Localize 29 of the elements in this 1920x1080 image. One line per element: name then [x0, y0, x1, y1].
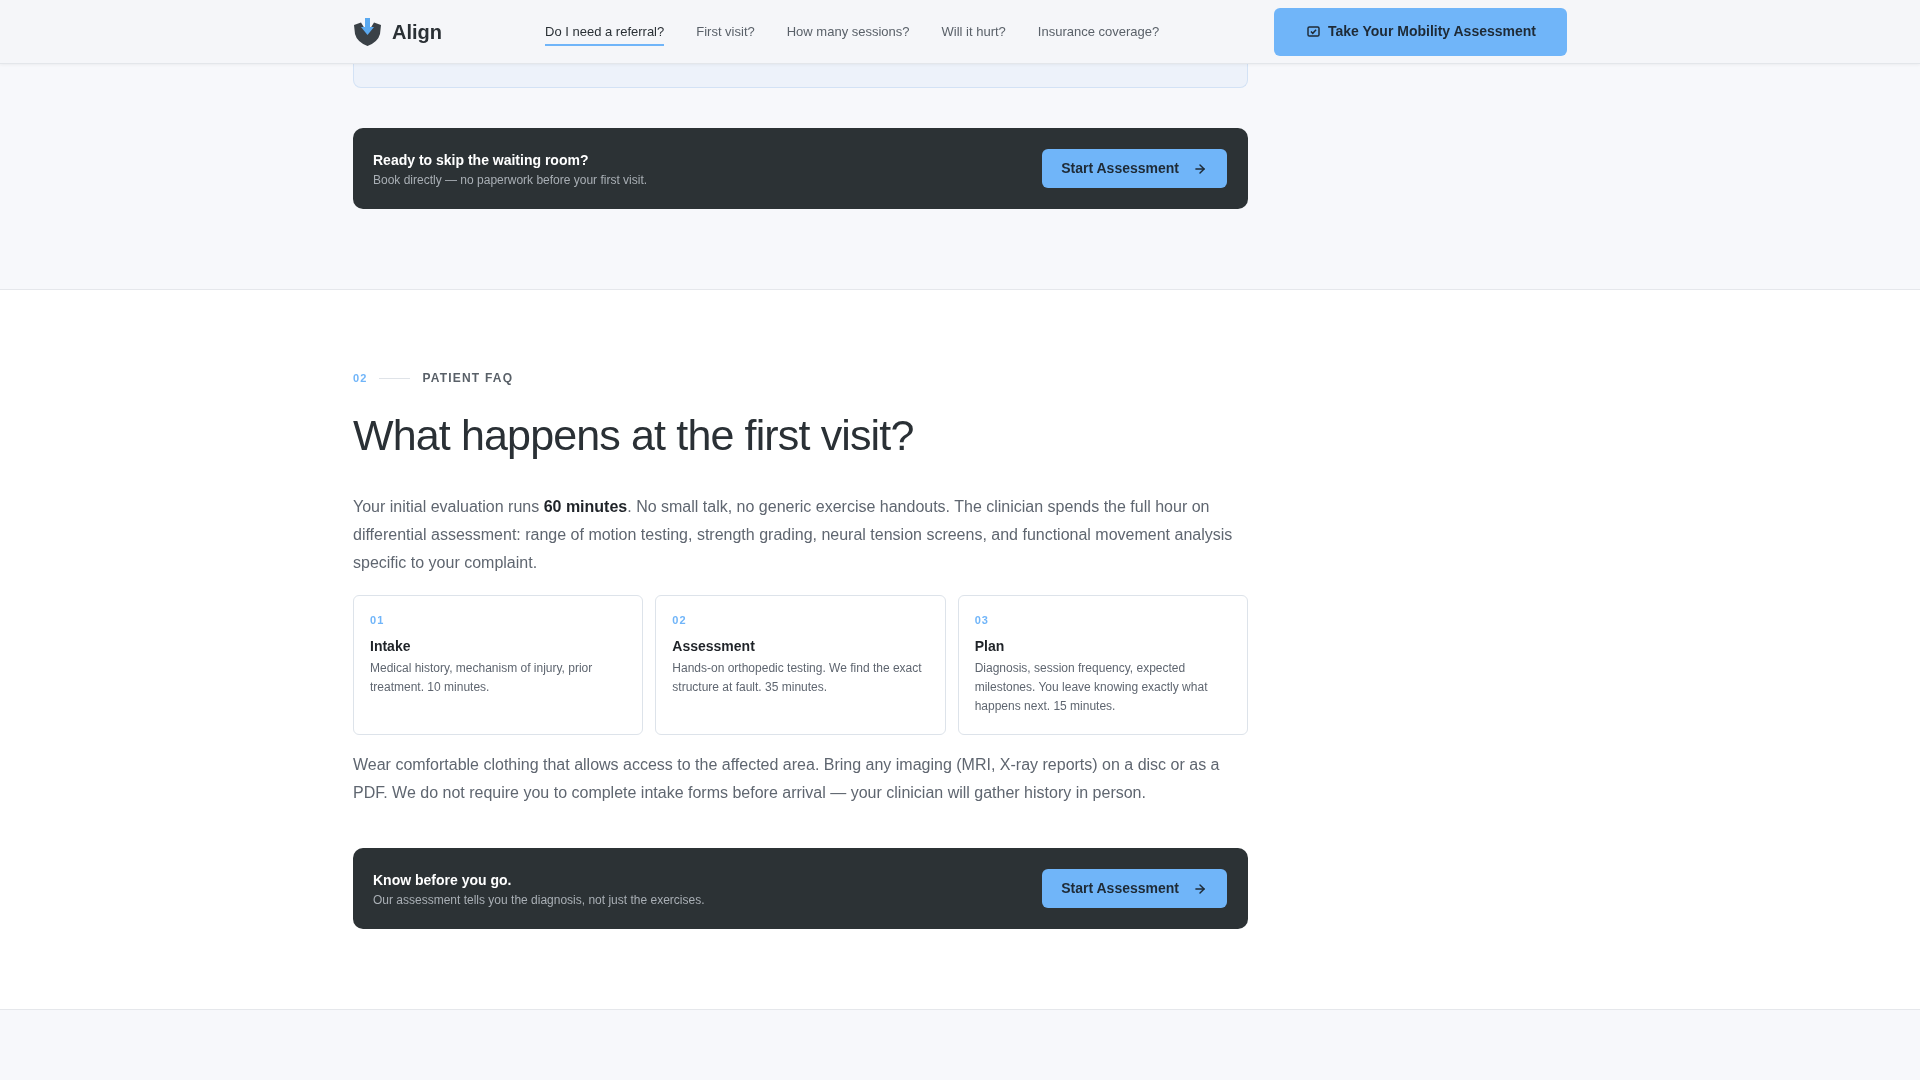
nav-link[interactable]: Will it hurt?: [941, 21, 1006, 46]
banner-subtitle: Our assessment tells you the diagnosis, not just the exercises.: [373, 891, 705, 908]
nav-link[interactable]: Insurance coverage?: [1037, 21, 1160, 46]
banner-title: Ready to skip the waiting room?: [373, 150, 590, 170]
step-description: Diagnosis, session frequency, expected milestones. You leave knowing exactly what happens next. 15 minutes.: [974, 660, 1209, 715]
nav-link[interactable]: Do I need a referral?: [545, 21, 665, 46]
banner-subtitle: Book directly — no paperwork before your first visit.: [373, 171, 648, 188]
checked-rectangle-icon: [1307, 26, 1320, 37]
step-title: Plan: [974, 637, 1006, 656]
nav-link[interactable]: How many sessions?: [786, 21, 910, 46]
section-number: 02: [353, 370, 368, 386]
cta-button[interactable]: Start Assessment: [1042, 869, 1227, 908]
logo-icon: [353, 17, 382, 46]
step-description: Medical history, mechanism of injury, prior treatment. 10 minutes.: [370, 660, 594, 696]
step-number: 03: [974, 613, 991, 628]
note-paragraph: Wear comfortable clothing that allows access to the affected area. Bring any imaging (MRI, X-ray reports) on a disc or as a PDF. We do not require you to complete intake forms before arrival — your clinician will gather history in person.: [353, 755, 1221, 803]
banner-title: Know before you go.: [373, 870, 513, 890]
mobility-assessment-button[interactable]: Take Your Mobility Assessment: [1274, 7, 1567, 56]
step-number: 02: [672, 613, 688, 628]
nav-link[interactable]: First visit?: [696, 21, 755, 46]
step-title: Assessment: [672, 637, 756, 656]
step-title: Intake: [370, 637, 412, 656]
section-eyebrow: PATIENT FAQ: [422, 370, 514, 387]
step-number: 01: [370, 613, 386, 628]
section-heading: What happens at the first visit?: [353, 410, 915, 461]
cta-button[interactable]: Start Assessment: [1042, 149, 1227, 188]
step-description: Hands-on orthopedic testing. We find the exact structure at fault. 35 minutes.: [672, 660, 923, 696]
brand-name: Align: [392, 19, 442, 45]
intro-paragraph: Your initial evaluation runs 60 minutes. No small talk, no generic exercise handouts. The clinician spends the full hour on differential assessment: range of motion testing, strength grading, neural tension screens, and functional movement analysis specific to your complaint.: [353, 497, 1234, 573]
